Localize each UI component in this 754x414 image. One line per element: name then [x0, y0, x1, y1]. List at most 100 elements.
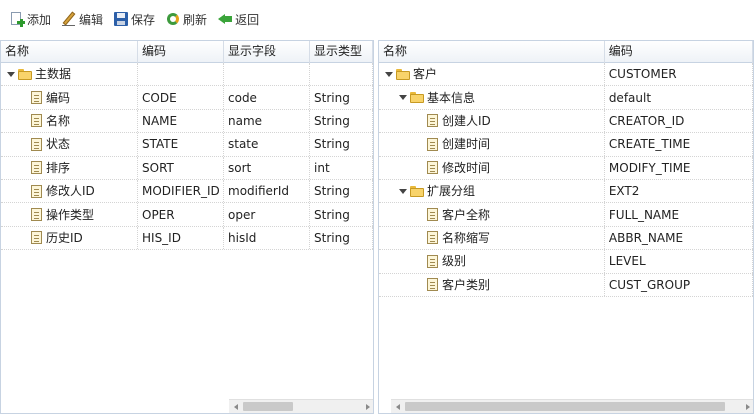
save-button[interactable]: 保存: [110, 8, 158, 30]
code-cell: LEVEL: [605, 250, 753, 273]
tree-row[interactable]: 排序 SORT sort int: [1, 156, 373, 180]
grid-body: 客户 CUSTOMER 基本信息 default 创建人ID CREATOR_ID 创建时间…: [379, 63, 753, 297]
name-cell-text: 客户: [413, 67, 438, 82]
document-icon: [427, 161, 438, 175]
document-icon: [31, 137, 42, 151]
tree-row[interactable]: 级别 LEVEL: [379, 250, 753, 274]
column-header-name[interactable]: 名称: [1, 41, 138, 63]
type-cell: String: [310, 226, 373, 250]
grid-body: 主数据 编码 CODE code String 名称 NAME name String 状态 ST…: [1, 63, 373, 251]
name-cell: 修改时间: [379, 156, 605, 179]
pencil-icon: [61, 11, 77, 27]
code-cell: [138, 63, 224, 86]
scroll-left-icon[interactable]: [229, 400, 243, 413]
expand-arrow-icon[interactable]: [399, 188, 407, 194]
code-cell: CUSTOMER: [605, 63, 753, 86]
document-icon: [427, 137, 438, 151]
name-cell-text: 名称: [46, 113, 71, 128]
document-icon: [31, 208, 42, 222]
column-header-name[interactable]: 名称: [379, 41, 605, 63]
grid-header: 名称 编码: [379, 41, 753, 63]
name-cell-text: 历史ID: [46, 230, 83, 245]
refresh-button[interactable]: 刷新: [162, 8, 210, 30]
save-label: 保存: [131, 12, 156, 27]
field-cell-text: hisId: [228, 230, 257, 245]
add-button[interactable]: 添加: [6, 8, 54, 30]
tree-row[interactable]: 客户全称 FULL_NAME: [379, 203, 753, 227]
expand-arrow-icon[interactable]: [385, 71, 393, 77]
type-cell: String: [310, 179, 373, 203]
tree-row[interactable]: 编码 CODE code String: [1, 86, 373, 110]
document-icon: [31, 184, 42, 198]
column-header-code[interactable]: 编码: [605, 41, 753, 63]
code-cell: SORT: [138, 156, 224, 179]
tree-row[interactable]: 操作类型 OPER oper String: [1, 203, 373, 227]
tree-row-root[interactable]: 主数据: [1, 63, 373, 87]
refresh-label: 刷新: [183, 12, 208, 27]
document-icon: [427, 278, 438, 292]
field-cell: oper: [224, 203, 310, 226]
name-cell-text: 扩展分组: [427, 184, 476, 199]
field-cell-text: modifierId: [228, 184, 290, 199]
code-cell: FULL_NAME: [605, 203, 753, 226]
code-cell: MODIFIER_ID: [138, 179, 224, 203]
code-cell: MODIFY_TIME: [605, 156, 753, 179]
name-cell: 修改人ID: [1, 179, 138, 203]
name-cell: 主数据: [1, 63, 138, 86]
document-icon: [427, 254, 438, 268]
column-header-code[interactable]: 编码: [138, 41, 224, 63]
expand-arrow-icon[interactable]: [399, 95, 407, 101]
tree-row[interactable]: 修改人ID MODIFIER_ID modifierId String: [1, 179, 373, 204]
document-icon: [31, 231, 42, 245]
name-cell: 历史ID: [1, 226, 138, 250]
back-arrow-icon: [217, 11, 233, 27]
row-name: 主数据: [35, 67, 72, 82]
folder-icon: [396, 68, 410, 80]
code-cell: ABBR_NAME: [605, 226, 753, 250]
tree-row[interactable]: 名称 NAME name String: [1, 109, 373, 134]
column-header-display-type[interactable]: 显示类型: [310, 41, 373, 63]
scroll-right-icon[interactable]: [741, 400, 753, 413]
folder-icon: [410, 185, 424, 197]
tree-row-group[interactable]: 客户 CUSTOMER: [379, 63, 753, 87]
tree-row[interactable]: 修改时间 MODIFY_TIME: [379, 156, 753, 180]
name-cell: 创建时间: [379, 133, 605, 156]
tree-row[interactable]: 客户类别 CUST_GROUP: [379, 273, 753, 297]
code-cell: STATE: [138, 133, 224, 156]
field-cell-text: name: [228, 113, 263, 128]
expand-arrow-icon[interactable]: [7, 71, 15, 77]
code-cell: EXT2: [605, 179, 753, 203]
type-cell: [310, 63, 373, 86]
back-button[interactable]: 返回: [214, 8, 262, 30]
tree-row-group[interactable]: 扩展分组 EXT2: [379, 179, 753, 204]
type-cell: int: [310, 156, 373, 179]
tree-row[interactable]: 创建人ID CREATOR_ID: [379, 109, 753, 134]
type-cell-text: String: [314, 230, 350, 245]
horizontal-scrollbar[interactable]: [391, 399, 753, 413]
field-cell: hisId: [224, 226, 310, 250]
code-cell: NAME: [138, 109, 224, 133]
column-header-display-field[interactable]: 显示字段: [224, 41, 310, 63]
tree-row[interactable]: 创建时间 CREATE_TIME: [379, 133, 753, 157]
scroll-thumb[interactable]: [405, 402, 725, 411]
name-cell-text: 级别: [442, 254, 467, 269]
code-cell-text: LEVEL: [608, 254, 646, 269]
code-cell-text: EXT2: [608, 184, 640, 199]
scroll-right-icon[interactable]: [361, 400, 373, 413]
tree-row-group[interactable]: 基本信息 default: [379, 86, 753, 110]
horizontal-scrollbar[interactable]: [229, 399, 373, 413]
field-cell: state: [224, 133, 310, 156]
code-cell-text: FULL_NAME: [608, 207, 680, 222]
tree-row[interactable]: 历史ID HIS_ID hisId String: [1, 226, 373, 251]
type-cell-text: String: [314, 113, 350, 128]
name-cell: 客户: [379, 63, 605, 86]
scroll-thumb[interactable]: [243, 402, 293, 411]
name-cell: 状态: [1, 133, 138, 156]
code-cell-text: MODIFY_TIME: [608, 160, 691, 175]
edit-button[interactable]: 编辑: [58, 8, 106, 30]
tree-row[interactable]: 状态 STATE state String: [1, 133, 373, 157]
tree-row[interactable]: 名称缩写 ABBR_NAME: [379, 226, 753, 251]
scroll-left-icon[interactable]: [391, 400, 405, 413]
name-cell: 客户类别: [379, 273, 605, 296]
code-cell: OPER: [138, 203, 224, 226]
